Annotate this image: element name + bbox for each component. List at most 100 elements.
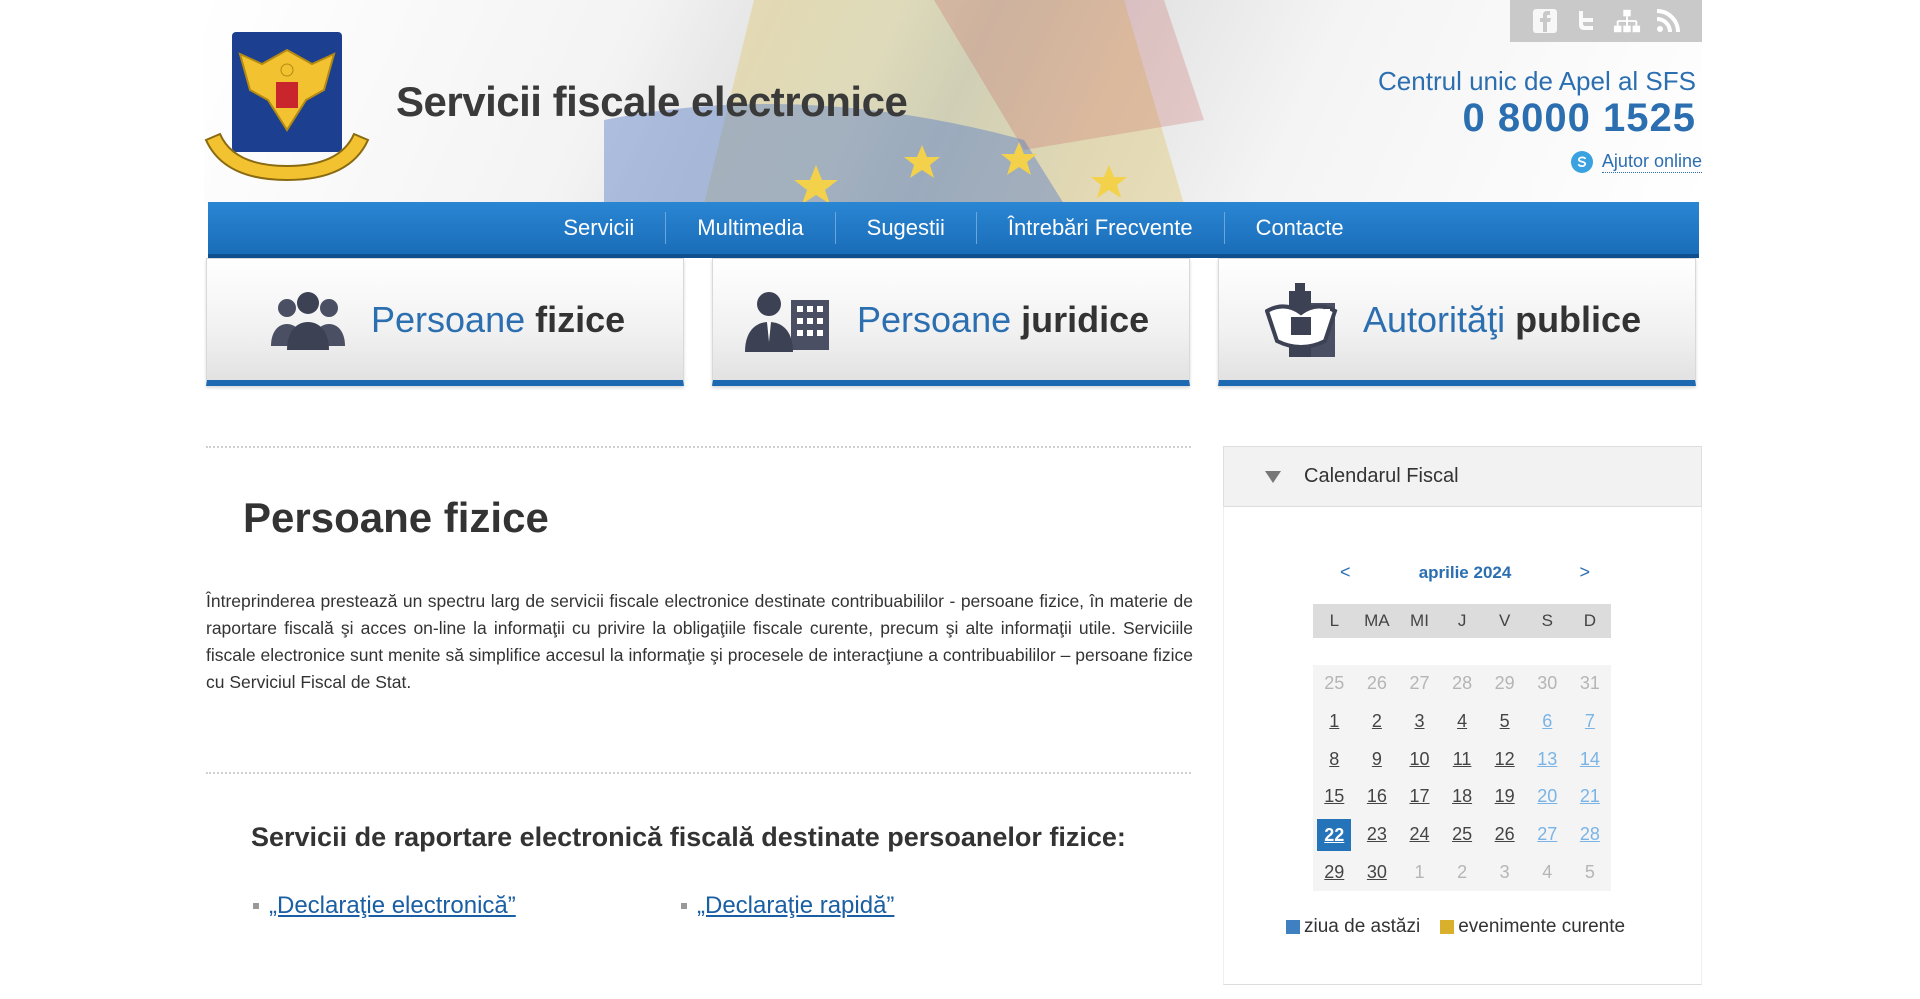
calendar-day[interactable]: 11 (1453, 749, 1472, 769)
legend-label: evenimente curente (1458, 916, 1626, 937)
sfs-logo (204, 32, 370, 182)
calendar-day[interactable]: 5 (1500, 711, 1510, 731)
legend-swatch (1440, 920, 1455, 934)
nav-item-contacte[interactable]: Contacte (1225, 212, 1375, 244)
section-heading: Servicii de raportare electronică fiscal… (251, 822, 1126, 852)
calendar-day[interactable]: 29 (1495, 673, 1515, 693)
callcenter-label: Centrul unic de Apel al SFS (1378, 66, 1696, 96)
site-title: Servicii fiscale electronice (396, 78, 908, 125)
calendar-day[interactable]: 12 (1495, 749, 1515, 769)
category-persoane-juridice[interactable]: Persoane juridice (712, 258, 1190, 386)
calendar-day[interactable]: 6 (1542, 711, 1552, 731)
page: Servicii fiscale electronice Centrul uni… (0, 0, 1920, 999)
calendar-header[interactable]: Calendarul Fiscal (1223, 446, 1702, 507)
people-icon (271, 291, 345, 350)
category-label: Persoane fizice (371, 298, 626, 340)
rss-icon[interactable] (1654, 7, 1682, 35)
calendar-day[interactable]: 25 (1452, 824, 1472, 844)
calendar-next-button[interactable]: > (1579, 562, 1590, 583)
main-nav: Servicii Multimedia Sugestii Întrebări F… (208, 202, 1699, 258)
calendar-day[interactable]: 17 (1409, 786, 1429, 806)
calendar-grid: L MA MI J V S D 25 26 27 28 29 30 31 1 2… (1313, 604, 1612, 892)
social-bar (1510, 0, 1702, 42)
calendar-day[interactable]: 14 (1580, 749, 1600, 769)
calendar-day[interactable]: 26 (1495, 824, 1515, 844)
calendar-day-today[interactable]: 22 (1317, 818, 1352, 851)
calendar-day[interactable]: 27 (1537, 824, 1557, 844)
legend-today: ziua de astăzi (1286, 916, 1420, 938)
calendar-day[interactable]: 5 (1585, 862, 1595, 882)
calendar-day[interactable]: 2 (1372, 711, 1382, 731)
callcenter-number: 0 8000 1525 (1462, 96, 1696, 140)
calendar-day[interactable]: 3 (1500, 862, 1510, 882)
weekday-header: J (1440, 604, 1484, 638)
help-online[interactable]: Ajutor online (1570, 150, 1702, 174)
calendar-day[interactable]: 9 (1372, 749, 1382, 769)
calendar-day[interactable]: 24 (1409, 824, 1429, 844)
calendar-prev-button[interactable]: < (1340, 562, 1351, 583)
nav-item-multimedia[interactable]: Multimedia (666, 212, 836, 244)
calendar-week: 22 23 24 25 26 27 28 (1313, 815, 1612, 854)
legend-events: evenimente curente (1440, 916, 1625, 938)
calendar-day[interactable]: 4 (1542, 862, 1552, 882)
calendar-day[interactable]: 25 (1324, 673, 1344, 693)
nav-item-intrebari-frecvente[interactable]: Întrebări Frecvente (977, 212, 1225, 244)
calendar-day[interactable]: 28 (1452, 673, 1472, 693)
declaratie-rapida-link[interactable]: „Declaraţie rapidă” (697, 892, 894, 920)
category-label: Autorităţi publice (1363, 298, 1642, 340)
calendar-day[interactable]: 13 (1537, 749, 1557, 769)
calendar-title: Calendarul Fiscal (1304, 465, 1459, 487)
calendar-week: 1 2 3 4 5 6 7 (1313, 702, 1612, 741)
nav-item-servicii[interactable]: Servicii (532, 212, 667, 244)
calendar-day[interactable]: 8 (1329, 749, 1339, 769)
coat-of-arms-building-icon (1265, 282, 1338, 357)
calendar-day[interactable]: 10 (1409, 749, 1429, 769)
calendar-day[interactable]: 19 (1495, 786, 1515, 806)
divider (206, 446, 1191, 448)
calendar-day[interactable]: 20 (1537, 786, 1557, 806)
declaratie-electronica-link[interactable]: „Declaraţie electronică” (269, 892, 516, 920)
facebook-icon[interactable] (1531, 7, 1559, 35)
calendar-day[interactable]: 1 (1329, 711, 1339, 731)
calendar-day[interactable]: 28 (1580, 824, 1600, 844)
calendar-week: 8 9 10 11 12 13 14 (1313, 740, 1612, 779)
calendar-day[interactable]: 7 (1585, 711, 1595, 731)
nav-item-sugestii[interactable]: Sugestii (836, 212, 977, 244)
legend-swatch (1286, 920, 1300, 934)
triangle-down-icon (1265, 470, 1281, 483)
help-online-link[interactable]: Ajutor online (1601, 151, 1702, 173)
divider (206, 772, 1191, 774)
weekday-header: L (1313, 604, 1356, 638)
calendar-day[interactable]: 26 (1367, 673, 1387, 693)
calendar-day[interactable]: 30 (1537, 673, 1557, 693)
calendar-day[interactable]: 1 (1414, 862, 1424, 882)
calendar-day[interactable]: 29 (1324, 862, 1344, 882)
calendar-day[interactable]: 18 (1452, 786, 1472, 806)
calendar-day[interactable]: 23 (1367, 824, 1387, 844)
calendar-day[interactable]: 3 (1414, 711, 1424, 731)
category-label: Persoane juridice (857, 298, 1150, 340)
twitter-icon[interactable] (1572, 7, 1600, 35)
skype-icon (1570, 151, 1593, 173)
calendar-day[interactable]: 27 (1409, 673, 1429, 693)
calendar-day[interactable]: 21 (1580, 786, 1600, 806)
weekday-header: S (1525, 604, 1569, 638)
weekday-header: V (1483, 604, 1526, 638)
intro-paragraph: Întreprinderea prestează un spectru larg… (206, 591, 1193, 692)
calendar-day[interactable]: 15 (1324, 786, 1344, 806)
service-link-item: „Declaraţie rapidă” (681, 892, 894, 920)
category-persoane-fizice[interactable]: Persoane fizice (206, 258, 684, 386)
calendar-month: aprilie 2024 (1418, 562, 1512, 582)
sitemap-icon[interactable] (1613, 7, 1641, 35)
calendar-legend: ziua de astăzi evenimente curente (1286, 916, 1625, 938)
category-autoritati-publice[interactable]: Autorităţi publice (1218, 258, 1696, 386)
calendar-day[interactable]: 2 (1457, 862, 1467, 882)
calendar-day[interactable]: 4 (1457, 711, 1467, 731)
calendar-week: 25 26 27 28 29 30 31 (1313, 665, 1612, 703)
calendar-nav: < aprilie 2024 > (1340, 562, 1590, 583)
calendar-day[interactable]: 30 (1367, 862, 1387, 882)
business-person-icon (745, 291, 829, 352)
service-link-item: „Declaraţie electronică” (253, 892, 516, 920)
calendar-day[interactable]: 31 (1580, 673, 1600, 693)
calendar-day[interactable]: 16 (1367, 786, 1387, 806)
